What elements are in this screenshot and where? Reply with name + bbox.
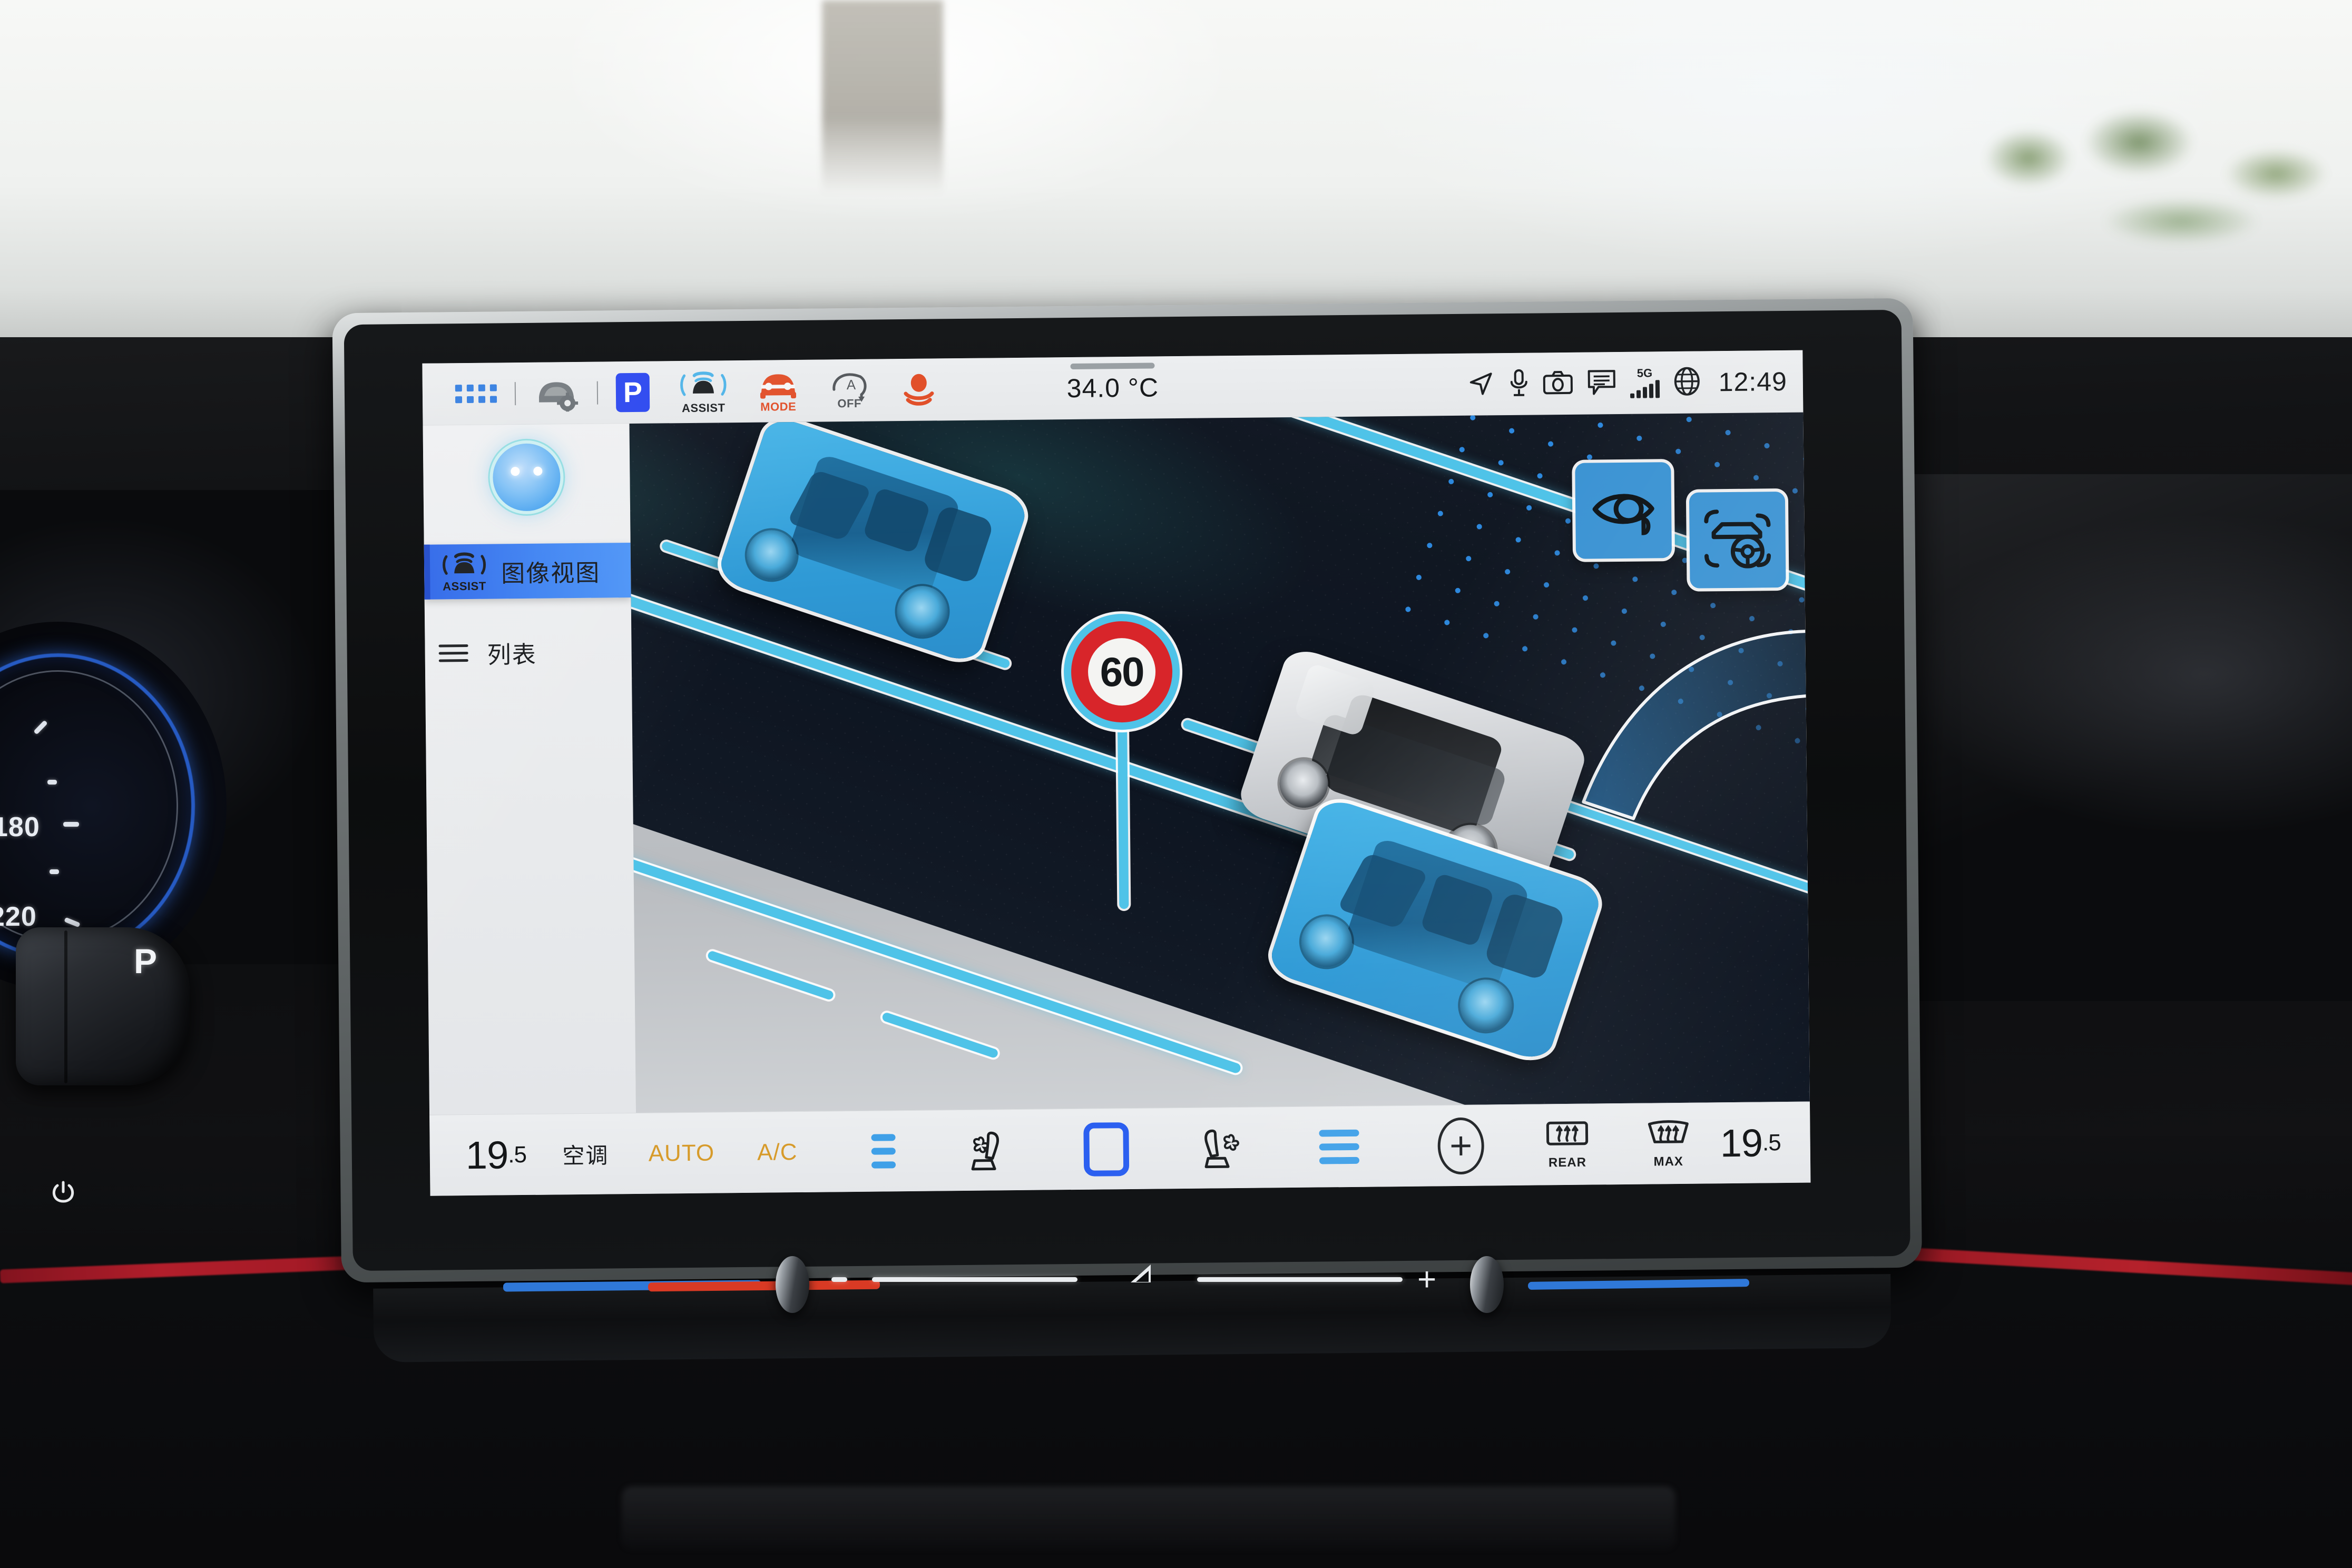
- assist-badge-label: ASSIST: [443, 579, 486, 593]
- driver-temperature[interactable]: 19 .5: [429, 1132, 539, 1177]
- apps-grid-icon[interactable]: [440, 362, 512, 425]
- gear-indicator-label: P: [615, 373, 650, 412]
- knob-seam: [64, 930, 67, 1083]
- ac-label-text: 空调: [562, 1143, 609, 1169]
- volume-track-left[interactable]: [872, 1277, 1077, 1282]
- rear-defrost-button[interactable]: REAR: [1518, 1119, 1617, 1171]
- gear-selector-knob[interactable]: P: [16, 927, 190, 1085]
- driver-fan-level-indicator[interactable]: [824, 1133, 943, 1169]
- cluster-tick: [50, 869, 59, 874]
- sidebar-item-image-view[interactable]: ASSIST 图像视图: [424, 543, 631, 600]
- right-rotary-knob[interactable]: [1470, 1256, 1504, 1313]
- speed-limit-value: 60: [1087, 638, 1156, 706]
- home-button[interactable]: [1036, 1122, 1176, 1177]
- volume-plus-label[interactable]: +: [1417, 1263, 1436, 1296]
- driver-temp-value: 19: [465, 1132, 508, 1177]
- driver-temp-decimal: .5: [507, 1141, 527, 1168]
- signal-bars: [1630, 380, 1660, 398]
- car-interior-photo: 180 220 P: [0, 0, 2352, 1568]
- volume-minus-line[interactable]: [831, 1277, 847, 1282]
- passenger-fan-level-indicator[interactable]: [1275, 1129, 1404, 1164]
- auto-hold-button[interactable]: A OFF: [814, 359, 885, 422]
- svg-text:A: A: [847, 376, 856, 392]
- auto-hold-label: OFF: [837, 396, 862, 410]
- ac-panel-label[interactable]: 空调: [539, 1138, 633, 1171]
- voice-assistant-orb[interactable]: [492, 443, 561, 512]
- gear-indicator-p[interactable]: P: [601, 361, 664, 424]
- screen-body: ASSIST 图像视图 列表 60: [423, 412, 1810, 1115]
- cluster-tick-label-220: 220: [0, 901, 37, 932]
- sign-disc: 60: [1063, 613, 1181, 731]
- ac-toggle-label: A/C: [757, 1139, 798, 1165]
- assist-label: ASSIST: [681, 401, 726, 415]
- view-control-buttons: [1575, 461, 1786, 590]
- ac-toggle-button[interactable]: A/C: [731, 1139, 824, 1166]
- left-rotary-knob[interactable]: [776, 1256, 809, 1313]
- auto-park-button[interactable]: [1689, 491, 1786, 589]
- microphone-icon[interactable]: [1508, 368, 1529, 400]
- status-clock: 12:49: [1718, 366, 1788, 397]
- climate-control-bar: 19 .5 空调 AUTO A/C REAR MAX 19 .5: [429, 1101, 1811, 1196]
- sidebar-item-label: 图像视图: [501, 559, 601, 587]
- status-divider: [514, 381, 516, 405]
- cluster-tick: [47, 780, 57, 785]
- max-defrost-label: MAX: [1653, 1154, 1683, 1169]
- power-button-icon[interactable]: [48, 1179, 78, 1209]
- volume-track-right[interactable]: [1197, 1277, 1403, 1282]
- message-bubble-icon[interactable]: [1586, 368, 1616, 399]
- rear-defrost-label: REAR: [1548, 1155, 1587, 1170]
- plus-circle-icon: [1437, 1117, 1485, 1174]
- gear-position-label: P: [133, 942, 157, 981]
- passenger-temp-value: 19: [1720, 1120, 1763, 1165]
- home-button-icon: [1083, 1122, 1130, 1177]
- cluster-tick-label-180: 180: [0, 812, 40, 842]
- sidebar: ASSIST 图像视图 列表: [423, 424, 636, 1115]
- passenger-temperature[interactable]: 19 .5: [1720, 1120, 1810, 1165]
- exterior-pillar: [822, 0, 943, 195]
- assist-car-icon: ASSIST: [438, 551, 491, 593]
- sidebar-item-list[interactable]: 列表: [425, 624, 632, 681]
- speed-limit-sign: 60: [1058, 613, 1187, 909]
- camera-icon[interactable]: [1542, 369, 1573, 398]
- navigation-arrow-icon[interactable]: [1467, 369, 1495, 399]
- auto-label: AUTO: [648, 1140, 715, 1167]
- lower-console-vent: [622, 1486, 1675, 1550]
- exterior-foliage: [1981, 95, 2352, 321]
- seat-heating-icon[interactable]: [884, 358, 953, 421]
- drive-mode-button[interactable]: MODE: [742, 359, 814, 422]
- sidebar-item-label: 列表: [487, 641, 537, 669]
- infotainment-screen: P ASSIST MODE A OFF 34.0 °C 5G 12:49 ASS…: [422, 350, 1811, 1196]
- max-defrost-button[interactable]: MAX: [1616, 1118, 1721, 1170]
- driver-assist-button[interactable]: ASSIST: [664, 360, 742, 423]
- outside-temperature: 34.0 °C: [1066, 373, 1159, 404]
- eye-view-button[interactable]: [1575, 462, 1672, 559]
- status-notch: [1070, 362, 1155, 370]
- status-divider: [596, 381, 599, 405]
- list-icon: [438, 644, 477, 662]
- drive-mode-label: MODE: [760, 399, 797, 414]
- cluster-tick: [63, 822, 79, 827]
- network-type-label: 5G: [1636, 366, 1653, 380]
- add-button[interactable]: [1404, 1116, 1518, 1174]
- driver-seat-fan-icon[interactable]: [943, 1127, 1037, 1173]
- volume-wedge-inner: [1136, 1271, 1149, 1282]
- infotainment-head-unit: P ASSIST MODE A OFF 34.0 °C 5G 12:49 ASS…: [332, 298, 1923, 1367]
- passenger-seat-fan-icon[interactable]: [1176, 1125, 1275, 1171]
- vehicle-settings-icon[interactable]: [518, 361, 594, 424]
- network-signal-indicator: 5G: [1630, 366, 1660, 398]
- globe-icon[interactable]: [1673, 366, 1701, 398]
- adas-visualization[interactable]: 60: [629, 412, 1810, 1113]
- auto-button[interactable]: AUTO: [632, 1140, 731, 1167]
- passenger-temp-decimal: .5: [1762, 1129, 1781, 1155]
